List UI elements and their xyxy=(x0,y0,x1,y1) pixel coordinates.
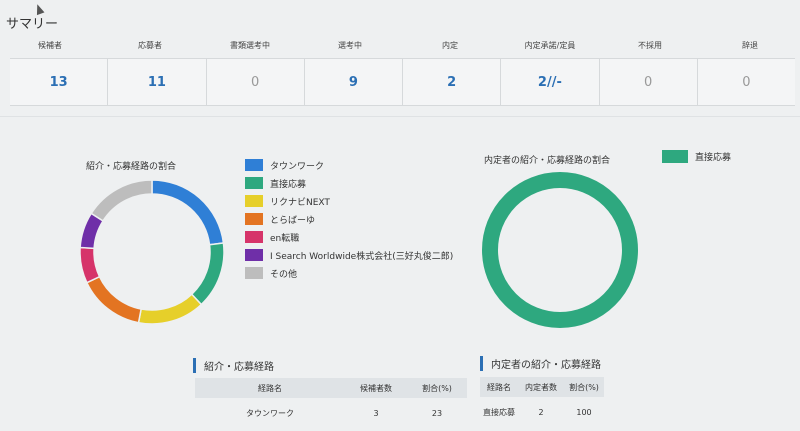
table-row: タウンワーク 3 23 xyxy=(195,403,467,423)
legend-label: タウンワーク xyxy=(270,161,325,172)
column-header-offers: 内定者数 xyxy=(525,382,557,392)
legend-label: リクナビNEXT xyxy=(270,197,330,208)
summary-value-applicants[interactable]: 11 xyxy=(107,59,205,105)
donut-slice-3[interactable] xyxy=(85,275,143,324)
summary-label-rejected: 不採用 xyxy=(638,41,662,50)
offer-donut-chart xyxy=(482,172,638,328)
legend-item-torabayu[interactable]: とらばーゆ xyxy=(245,210,453,228)
legend-label: 直接応募 xyxy=(695,153,732,163)
legend-swatch xyxy=(245,195,263,207)
donut-slice-1[interactable] xyxy=(190,242,225,306)
summary-value-rejected: 0 xyxy=(598,59,697,105)
column-header-percent: 割合(%) xyxy=(422,383,452,393)
column-header-percent: 割合(%) xyxy=(569,382,599,392)
route-chart-title: 紹介・応募経路の割合 xyxy=(86,162,177,172)
legend-swatch xyxy=(245,249,263,261)
donut-slice-4[interactable] xyxy=(79,246,101,284)
summary-label-candidates: 候補者 xyxy=(38,41,62,50)
table-cell-percent: 23 xyxy=(431,408,443,418)
donut-slice-0[interactable] xyxy=(482,172,638,328)
summary-label-document-screening: 書類選考中 xyxy=(230,41,270,50)
summary-value-candidates[interactable]: 13 xyxy=(10,59,107,105)
table-cell-route: 直接応募 xyxy=(483,407,515,417)
legend-item-en-tenshoku[interactable]: en転職 xyxy=(245,228,453,246)
summary-label-offers: 内定 xyxy=(442,41,458,50)
route-donut-chart xyxy=(79,179,225,325)
table-cell-count: 3 xyxy=(373,408,379,418)
column-header-route: 経路名 xyxy=(487,382,511,392)
summary-label-in-selection: 選考中 xyxy=(338,41,362,50)
route-table-title: 紹介・応募経路 xyxy=(193,358,274,373)
legend-swatch xyxy=(662,150,688,163)
legend-item-rikunabi[interactable]: リクナビNEXT xyxy=(245,192,453,210)
summary-label-applicants: 応募者 xyxy=(138,41,162,50)
summary-value-declined: 0 xyxy=(696,59,795,105)
donut-slice-0[interactable] xyxy=(151,179,225,246)
legend-item-townwork[interactable]: タウンワーク xyxy=(245,156,453,174)
table-row: 直接応募 2 100 xyxy=(480,402,604,422)
legend-label: 直接応募 xyxy=(270,179,307,190)
column-header-count: 候補者数 xyxy=(360,383,392,393)
legend-label: en転職 xyxy=(270,233,300,244)
section-divider xyxy=(0,116,800,117)
legend-label: その他 xyxy=(270,269,298,280)
summary-title: サマリー xyxy=(6,17,59,32)
route-table-header: 経路名 候補者数 割合(%) xyxy=(195,378,467,398)
summary-value-document-screening: 0 xyxy=(205,59,304,105)
table-cell-offers: 2 xyxy=(538,407,544,417)
legend-swatch xyxy=(245,267,263,279)
offer-table-title: 内定者の紹介・応募経路 xyxy=(480,356,601,371)
summary-value-in-selection[interactable]: 9 xyxy=(303,59,402,105)
legend-swatch xyxy=(245,159,263,171)
table-cell-percent: 100 xyxy=(576,407,592,417)
route-chart-legend: タウンワーク 直接応募 リクナビNEXT とらばーゆ en転職 I Search… xyxy=(245,156,453,282)
table-cell-route: タウンワーク xyxy=(246,408,294,418)
legend-item-isearch[interactable]: I Search Worldwide株式会社(三好丸俊二郎) xyxy=(245,246,453,264)
legend-swatch xyxy=(245,177,263,189)
summary-header: 候補者 応募者 書類選考中 選考中 内定 内定承諾/定員 不採用 辞退 xyxy=(0,40,800,60)
offer-chart-title: 内定者の紹介・応募経路の割合 xyxy=(484,156,611,166)
legend-item-other[interactable]: その他 xyxy=(245,264,453,282)
summary-value-accepted-capacity[interactable]: 2//- xyxy=(500,59,598,105)
summary-values: 13 11 0 9 2 2//- 0 0 xyxy=(10,58,795,106)
legend-swatch xyxy=(245,231,263,243)
legend-label: I Search Worldwide株式会社(三好丸俊二郎) xyxy=(270,251,454,262)
summary-value-offers[interactable]: 2 xyxy=(402,59,500,105)
legend-label: とらばーゆ xyxy=(270,215,316,226)
offer-chart-legend[interactable]: 直接応募 xyxy=(662,150,731,163)
donut-slice-2[interactable] xyxy=(137,293,203,325)
donut-slice-6[interactable] xyxy=(90,179,153,222)
legend-item-direct[interactable]: 直接応募 xyxy=(245,174,453,192)
summary-label-declined: 辞退 xyxy=(742,41,758,50)
column-header-route: 経路名 xyxy=(258,383,282,393)
legend-swatch xyxy=(245,213,263,225)
offer-table-header: 経路名 内定者数 割合(%) xyxy=(480,377,604,397)
summary-label-accepted-capacity: 内定承諾/定員 xyxy=(524,41,576,50)
